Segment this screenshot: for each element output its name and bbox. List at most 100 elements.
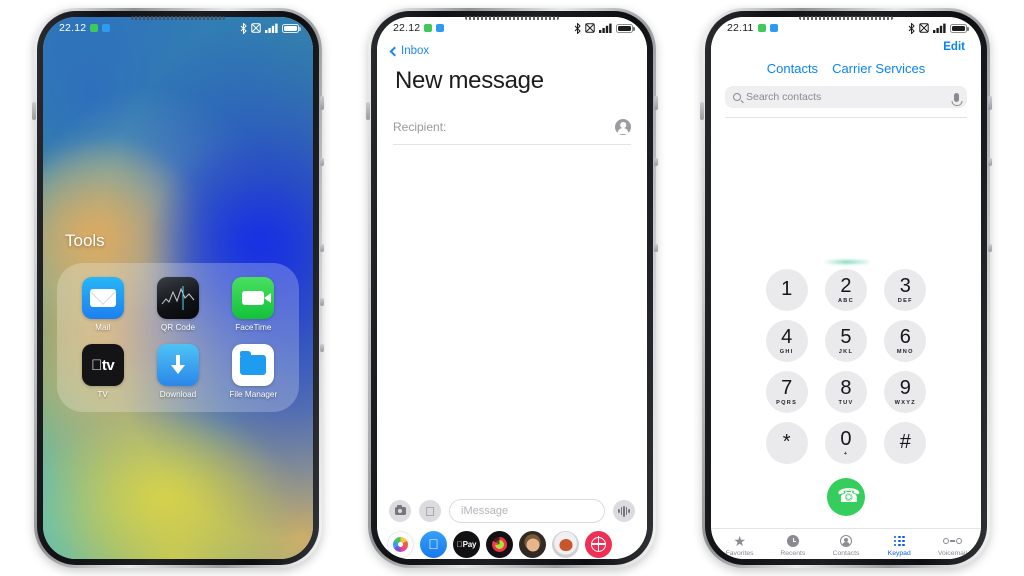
earpiece-speaker xyxy=(131,16,225,20)
key-2[interactable]: 2 ABC xyxy=(824,269,867,311)
app-facetime[interactable]: FaceTime xyxy=(216,277,291,332)
messages-indicator-icon xyxy=(757,24,766,32)
apple-pay-icon[interactable]: Pay xyxy=(453,530,480,558)
chevron-left-icon xyxy=(389,46,400,56)
key-3[interactable]: 3 DEF xyxy=(884,269,927,311)
dial-keypad: 1 2 ABC 3 DEF 4 GHI 5 JKL 6 MNO 7 PQRS 8 TUV 9W… xyxy=(711,269,981,464)
search-input[interactable]: Search contacts xyxy=(725,86,967,108)
tab-recents[interactable]: Recents xyxy=(766,534,819,557)
volume-down-button[interactable] xyxy=(654,244,658,252)
side-button-extra-2[interactable] xyxy=(320,344,324,352)
status-right xyxy=(574,22,635,34)
volume-down-button[interactable] xyxy=(988,244,992,252)
signal-bars-icon xyxy=(599,23,612,33)
imessage-input[interactable]: iMessage xyxy=(449,499,605,523)
battery-icon xyxy=(616,23,635,33)
tab-favorites[interactable]: ★ Favorites xyxy=(713,534,766,557)
photos-icon[interactable] xyxy=(387,530,414,558)
volume-up-button[interactable] xyxy=(988,158,992,166)
app-store-icon[interactable]:  xyxy=(420,530,447,558)
file-manager-icon xyxy=(232,344,275,387)
volume-up-button[interactable] xyxy=(320,158,324,166)
silent-switch[interactable] xyxy=(366,102,370,120)
bluetooth-icon xyxy=(574,22,581,34)
key-1[interactable]: 1 xyxy=(765,269,808,311)
home-screen-content: 22.12 Tools Mail QR Code FaceTime tv TV … xyxy=(43,17,313,559)
star-icon: ★ xyxy=(733,533,746,549)
imessage-app-drawer:  Pay xyxy=(377,529,647,559)
app-mail[interactable]: Mail xyxy=(65,277,140,332)
key-sub: WXYZ xyxy=(894,399,916,406)
fitness-rings-icon[interactable] xyxy=(486,530,513,558)
key-8[interactable]: 8 TUV xyxy=(824,371,867,413)
phone2-screen: 22.12 Inbox New message Recipient: iMess… xyxy=(377,17,647,559)
app-file-manager[interactable]: File Manager xyxy=(216,344,291,399)
tab-bar: ★ Favorites Recents Contacts Keypad Voic… xyxy=(711,528,981,559)
key-digit: 2 xyxy=(840,275,852,298)
tab-label: Recents xyxy=(780,550,806,557)
silent-switch[interactable] xyxy=(32,102,36,120)
memoji-icon[interactable] xyxy=(519,530,546,558)
status-left: 22.11 xyxy=(727,22,778,34)
app-download[interactable]: Download xyxy=(140,344,215,399)
app-label: File Manager xyxy=(229,390,278,400)
message-composer:  iMessage xyxy=(377,499,647,529)
tab-label: Contacts xyxy=(832,550,860,557)
camera-icon[interactable] xyxy=(389,500,411,522)
phone-new-message: 22.12 Inbox New message Recipient: iMess… xyxy=(366,8,658,568)
tab-contacts[interactable]: Contacts xyxy=(819,534,872,557)
link-contacts[interactable]: Contacts xyxy=(767,61,818,76)
link-carrier-services[interactable]: Carrier Services xyxy=(832,61,925,76)
back-to-inbox-button[interactable]: Inbox xyxy=(377,39,647,59)
memoji-icon[interactable] xyxy=(552,530,579,558)
add-contact-icon[interactable] xyxy=(615,119,631,135)
key-9[interactable]: 9 WXYZ xyxy=(884,371,927,413)
message-body-area[interactable] xyxy=(377,145,647,499)
tab-label: Favorites xyxy=(725,550,754,557)
no-sim-icon xyxy=(251,23,261,33)
app-tv[interactable]: tv TV xyxy=(65,344,140,399)
app-folder[interactable]: Mail QR Code FaceTime tv xyxy=(57,263,299,412)
microphone-icon[interactable] xyxy=(954,92,959,102)
key-digit: 7 xyxy=(781,377,793,400)
power-button[interactable] xyxy=(988,96,992,110)
power-button[interactable] xyxy=(320,96,324,110)
key-4[interactable]: 4 GHI xyxy=(765,320,808,362)
key-5[interactable]: 5 JKL xyxy=(824,320,867,362)
tab-keypad[interactable]: Keypad xyxy=(873,534,926,557)
status-left: 22.12 xyxy=(59,22,111,34)
volume-down-button[interactable] xyxy=(320,244,324,252)
messages-indicator-icon xyxy=(424,24,433,32)
edit-button[interactable]: Edit xyxy=(711,39,981,53)
key-sub: GHI xyxy=(779,348,794,355)
call-button[interactable] xyxy=(827,478,865,516)
silent-switch[interactable] xyxy=(700,102,704,120)
key-star[interactable]: * xyxy=(765,422,808,464)
globe-icon[interactable] xyxy=(585,530,612,558)
key-0[interactable]: 0 + xyxy=(824,422,867,464)
facetime-icon xyxy=(232,277,275,319)
tab-label: Keypad xyxy=(887,550,911,557)
side-button-extra-1[interactable] xyxy=(320,298,324,306)
divider xyxy=(725,117,967,118)
volume-up-button[interactable] xyxy=(654,158,658,166)
recipient-row[interactable]: Recipient: xyxy=(393,119,631,145)
decorative-smudge xyxy=(823,260,869,264)
phone-keypad: 22.11 Edit Contacts Carrier Services Sea… xyxy=(700,8,992,568)
key-sub: MNO xyxy=(896,348,914,355)
app-store-icon[interactable]:  xyxy=(419,500,441,522)
app-qr-code[interactable]: QR Code xyxy=(140,277,215,332)
app-label: TV xyxy=(97,390,108,400)
key-sub: PQRS xyxy=(776,399,798,406)
key-hash[interactable]: # xyxy=(884,422,927,464)
earpiece-speaker xyxy=(799,16,893,20)
key-7[interactable]: 7 PQRS xyxy=(765,371,808,413)
key-digit: 3 xyxy=(899,275,911,298)
key-digit: 9 xyxy=(899,377,911,400)
key-6[interactable]: 6 MNO xyxy=(884,320,927,362)
power-button[interactable] xyxy=(654,96,658,110)
tab-voicemail[interactable]: Voicemail xyxy=(926,534,979,557)
audio-waveform-icon[interactable] xyxy=(613,500,635,522)
key-sub: + xyxy=(843,450,849,457)
status-right xyxy=(908,22,969,34)
